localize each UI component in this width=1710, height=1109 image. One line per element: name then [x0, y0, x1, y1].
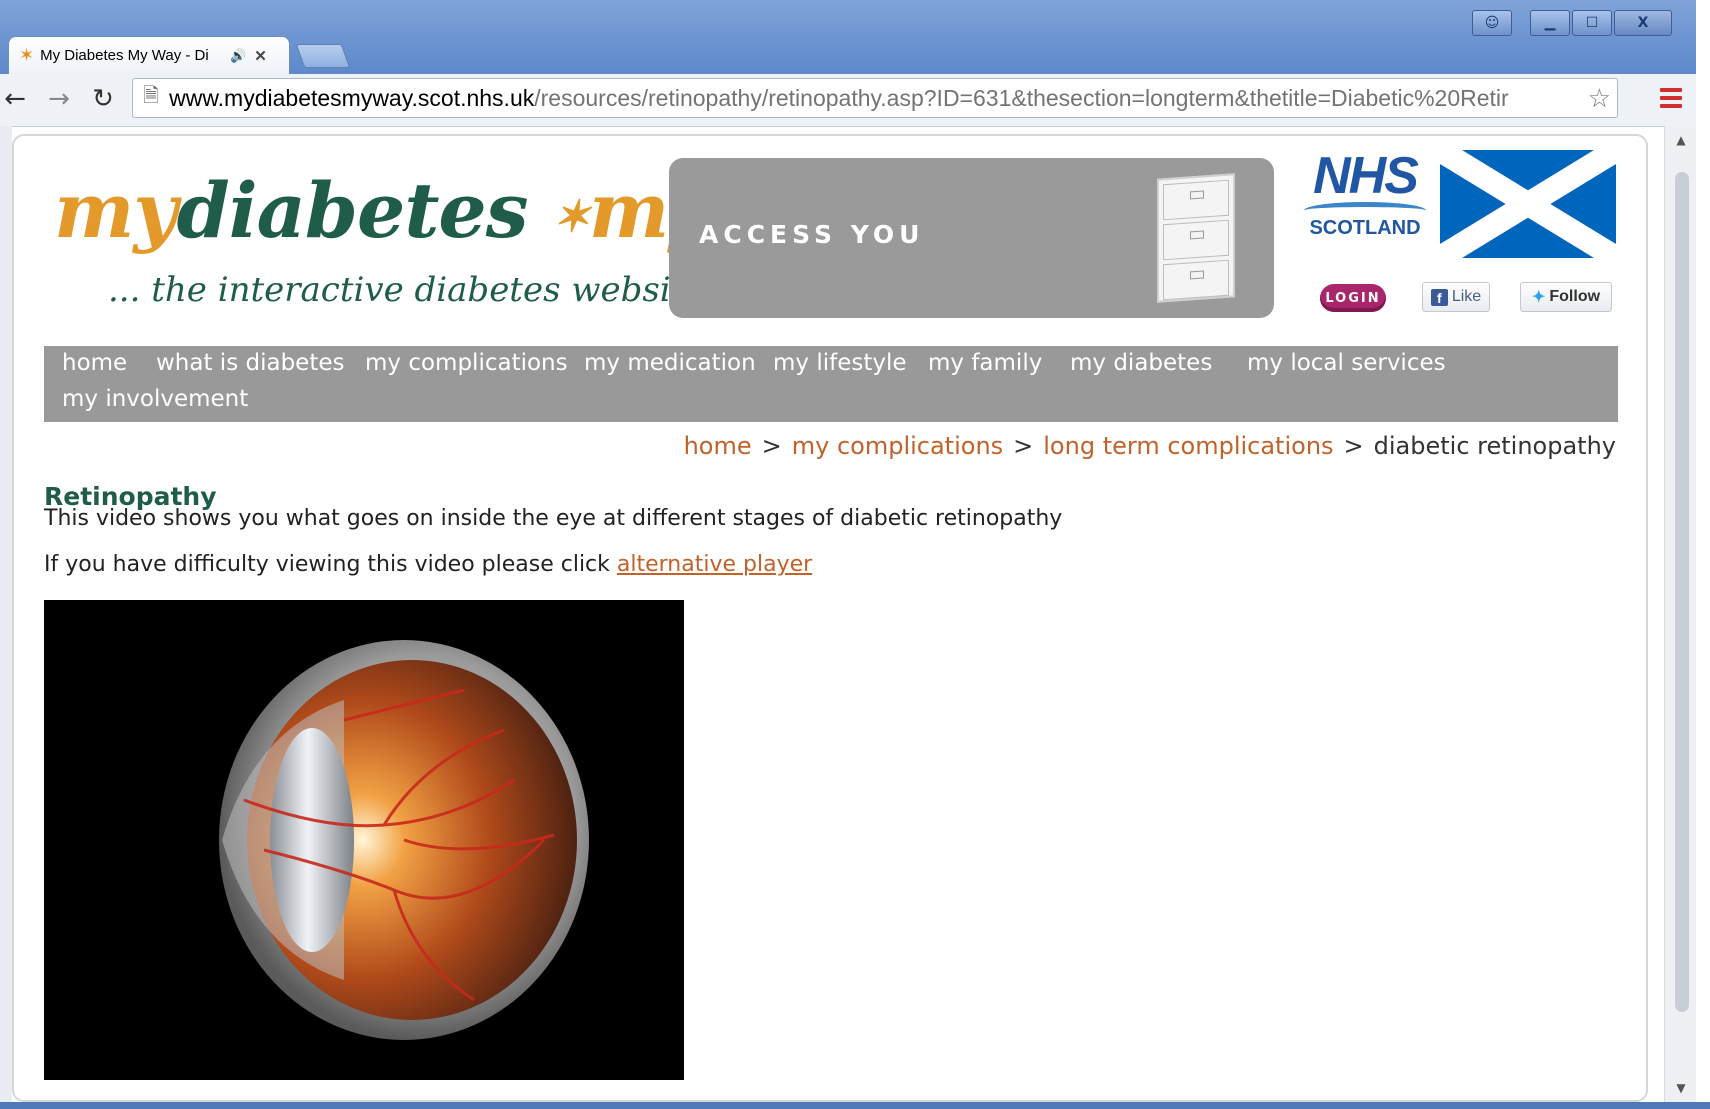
minimize-button[interactable]: ▁: [1530, 10, 1570, 36]
star-favicon-icon: ✶: [19, 45, 35, 65]
tab-close-icon[interactable]: ✕: [254, 47, 267, 65]
new-tab-button[interactable]: [295, 44, 351, 68]
nav-item-my-local-services[interactable]: my local services: [1247, 350, 1446, 376]
breadcrumb-home[interactable]: home: [684, 432, 752, 460]
twitter-follow-button[interactable]: ✦ Follow: [1520, 282, 1612, 312]
page-description: This video shows you what goes on inside…: [44, 506, 1063, 531]
page-container: mydiabetes ✶myway ... the interactive di…: [12, 134, 1648, 1102]
breadcrumb: home > my complications > long term complica…: [684, 432, 1616, 460]
scotland-text: SCOTLAND: [1309, 217, 1421, 239]
vertical-scrollbar[interactable]: ▲ ▼: [1664, 126, 1697, 1102]
nav-item-my-lifestyle[interactable]: my lifestyle: [773, 350, 907, 376]
user-profile-icon[interactable]: ☺: [1472, 10, 1512, 36]
difficulty-label: If you have difficulty viewing this vide…: [44, 552, 617, 577]
nav-item-my-complications[interactable]: my complications: [365, 350, 568, 376]
nav-item-my-diabetes[interactable]: my diabetes: [1070, 350, 1212, 376]
login-button[interactable]: LOGIN: [1320, 284, 1386, 312]
twitter-bird-icon: ✦: [1531, 289, 1546, 306]
access-you-banner[interactable]: ACCESS YOU: [669, 158, 1274, 318]
nhs-text: NHS: [1313, 147, 1419, 205]
nav-item-home[interactable]: home: [62, 350, 127, 376]
audio-playing-icon[interactable]: 🔊: [230, 48, 246, 64]
nav-item-my-medication[interactable]: my medication: [584, 350, 756, 376]
nav-item-my-involvement[interactable]: my involvement: [62, 386, 248, 412]
scroll-down-arrow-icon[interactable]: ▼: [1665, 1078, 1697, 1098]
reload-icon[interactable]: ↻: [88, 84, 118, 114]
scrollbar-thumb[interactable]: [1675, 172, 1689, 1012]
breadcrumb-separator: >: [761, 432, 782, 460]
close-window-button[interactable]: X: [1614, 10, 1672, 36]
breadcrumb-separator: >: [1343, 432, 1364, 460]
window-edge: [1696, 0, 1710, 1109]
video-player[interactable]: [44, 600, 684, 1080]
breadcrumb-my-complications[interactable]: my complications: [792, 432, 1003, 460]
facebook-icon: f: [1430, 288, 1448, 306]
browser-toolbar: ← → ↻ 🗎 www.mydiabetesmyway.scot.nhs.uk …: [0, 74, 1710, 127]
browser-title-bar: ☺ ▁ ☐ X ✶ My Diabetes My Way - Di 🔊 ✕: [0, 0, 1710, 80]
scroll-up-arrow-icon[interactable]: ▲: [1665, 130, 1697, 150]
nav-item-my-family[interactable]: my family: [928, 350, 1042, 376]
like-label: Like: [1451, 288, 1482, 305]
alternative-player-link[interactable]: alternative player: [617, 552, 812, 577]
breadcrumb-current: diabetic retinopathy: [1373, 432, 1616, 460]
eye-illustration: [219, 640, 589, 1040]
address-bar[interactable]: 🗎 www.mydiabetesmyway.scot.nhs.uk /resou…: [132, 78, 1618, 118]
nav-item-what-is-diabetes[interactable]: what is diabetes: [156, 350, 344, 376]
nhs-scotland-logo: NHS SCOTLAND: [1296, 150, 1434, 250]
breadcrumb-long-term-complications[interactable]: long term complications: [1043, 432, 1333, 460]
site-logo[interactable]: mydiabetes ✶myway ... the interactive di…: [54, 166, 868, 316]
filing-cabinet-icon: [1157, 173, 1235, 303]
tab-title: My Diabetes My Way - Di: [40, 47, 209, 64]
page-icon: 🗎: [143, 85, 160, 107]
forward-arrow-icon[interactable]: →: [44, 84, 74, 114]
logo-tagline: ... the interactive diabetes website: [108, 270, 705, 310]
difficulty-text: If you have difficulty viewing this vide…: [44, 552, 812, 577]
banner-text: ACCESS YOU: [699, 220, 925, 249]
back-arrow-icon[interactable]: ←: [0, 84, 30, 114]
main-navigation: home what is diabetes my complications m…: [44, 346, 1618, 422]
facebook-like-button[interactable]: f Like: [1422, 282, 1490, 312]
window-frame: [0, 126, 12, 1109]
breadcrumb-separator: >: [1013, 432, 1034, 460]
url-host: www.mydiabetesmyway.scot.nhs.uk: [169, 84, 535, 111]
window-controls: ☺ ▁ ☐ X: [1472, 10, 1672, 36]
browser-tab-active[interactable]: ✶ My Diabetes My Way - Di 🔊 ✕: [8, 36, 290, 74]
url-path: /resources/retinopathy/retinopathy.asp?I…: [534, 84, 1509, 111]
logo-star-icon: ✶: [553, 191, 590, 243]
bookmark-star-icon[interactable]: ☆: [1583, 83, 1611, 114]
follow-label: Follow: [1549, 288, 1601, 305]
window-frame-bottom: [0, 1102, 1710, 1109]
browser-menu-icon[interactable]: [1660, 88, 1682, 108]
scotland-flag-icon: [1440, 150, 1616, 258]
maximize-button[interactable]: ☐: [1572, 10, 1612, 36]
